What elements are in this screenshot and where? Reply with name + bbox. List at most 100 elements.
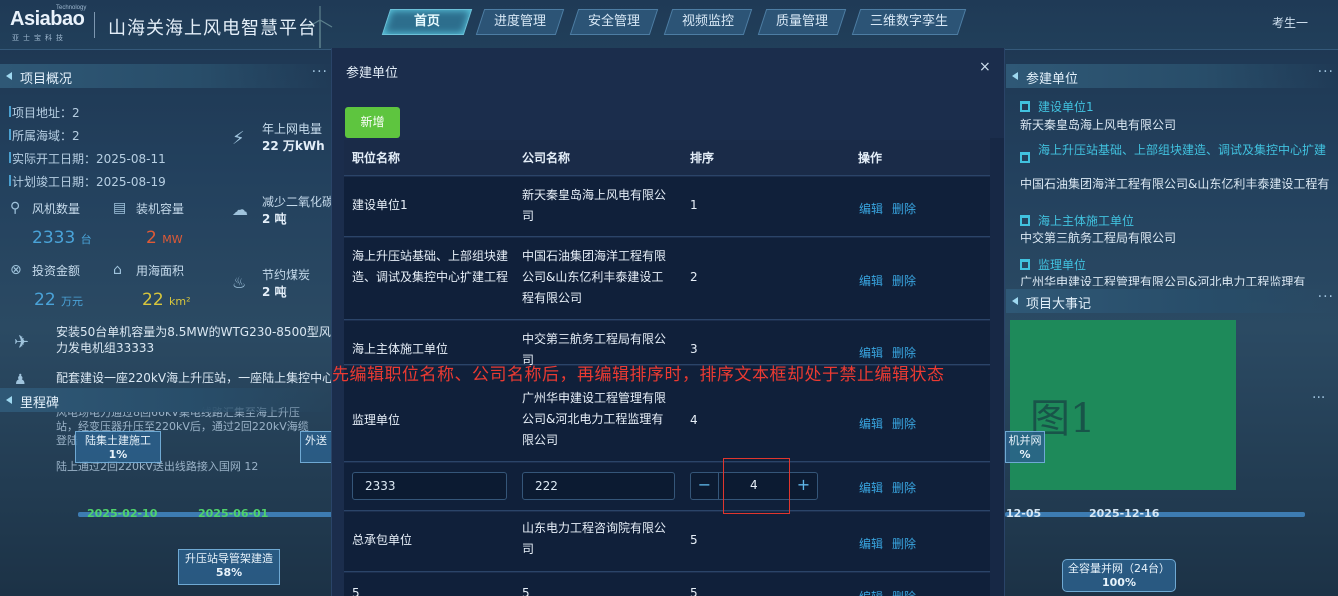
building-icon	[1020, 152, 1030, 163]
milestone-2[interactable]: 外送	[300, 431, 332, 463]
delete-link[interactable]: 删除	[892, 344, 916, 361]
building-icon	[1020, 259, 1030, 270]
nav-video[interactable]: 视频监控	[663, 9, 753, 35]
milestone-2-name: 外送	[305, 434, 327, 447]
lightning-icon: ⚡	[232, 128, 245, 149]
increment-button[interactable]: +	[789, 472, 817, 500]
add-button[interactable]: 新增	[345, 107, 400, 138]
nav-progress[interactable]: 进度管理	[475, 9, 565, 35]
nav-safety[interactable]: 安全管理	[569, 9, 659, 35]
nav-progress-label: 进度管理	[493, 14, 546, 29]
company-input[interactable]: 222	[522, 472, 675, 500]
metric-label-capacity: 装机容量	[136, 202, 185, 216]
table-row: 海上主体施工单位 中交第三航务工程局有限公司 3 编辑 删除	[344, 321, 990, 367]
decrement-button[interactable]: −	[691, 472, 719, 500]
edit-link[interactable]: 编辑	[859, 415, 883, 432]
edit-link[interactable]: 编辑	[859, 588, 883, 596]
milestone-right-2[interactable]: 全容量并网（24台） 100%	[1062, 559, 1176, 592]
stat-value-power: 22 万kWh	[262, 139, 325, 153]
nav-digital-twin[interactable]: 三维数字孪生	[851, 9, 967, 35]
row-order: 5	[690, 533, 698, 547]
milestone-3-pct: 58%	[215, 566, 243, 579]
milestone-right-2-pct: 100%	[1102, 576, 1136, 589]
more-icon[interactable]: ···	[1318, 64, 1334, 80]
table-row: 5 5 5 编辑 删除	[344, 573, 990, 596]
overview-header: 项目概况 ···	[0, 64, 332, 88]
milestone-title: 里程碑	[20, 396, 60, 411]
platform-title: 山海关海上风电智慧平台	[108, 18, 317, 39]
unit-company-4: 广州华申建设工程管理有限公司&河北电力工程监理有	[1020, 275, 1306, 286]
close-icon[interactable]: ×	[979, 59, 991, 75]
dialog-scrollbar[interactable]	[990, 138, 1004, 596]
milestone-3[interactable]: 升压站导管架建造 58%	[178, 549, 280, 585]
milestone-right-1[interactable]: 机并网%	[1005, 431, 1045, 463]
metric-value-sea-area: 22 km²	[142, 290, 191, 310]
highlight-box	[723, 458, 790, 514]
row-order: 2	[690, 270, 698, 284]
edit-link[interactable]: 编辑	[859, 344, 883, 361]
milestone-right-2-name: 全容量并网（24台）	[1068, 562, 1170, 575]
overview-title: 项目概况	[20, 72, 73, 87]
unit-name-4: 监理单位	[1038, 258, 1087, 272]
edit-link[interactable]: 编辑	[859, 200, 883, 217]
table-row: 建设单位1 新天秦皇岛海上风电有限公司 1 编辑 删除	[344, 177, 990, 237]
investment-icon: ⊗	[10, 262, 22, 278]
edit-link[interactable]: 编辑	[859, 479, 883, 496]
row-position: 5	[352, 586, 360, 596]
edit-link[interactable]: 编辑	[859, 535, 883, 552]
nav-home[interactable]: 首页	[381, 9, 473, 35]
metric-turbines-number: 2333	[32, 228, 76, 248]
nav-home-label: 首页	[413, 14, 440, 29]
column-company: 公司名称	[522, 151, 571, 165]
logo-brand: Asiabao	[10, 8, 85, 30]
news-item-1: 安装50台单机容量为8.5MW的WTG230-8500型风力发电机组33333	[56, 325, 331, 355]
logo-tech: Technology	[56, 5, 87, 11]
row-company: 新天秦皇岛海上风电有限公司	[522, 188, 667, 223]
milestone-right-1-name: 机并网	[1008, 434, 1042, 447]
unit-company-1: 新天秦皇岛海上风电有限公司	[1020, 118, 1177, 132]
company-logo: Asiabao Technology 亚士宝科技	[10, 5, 88, 44]
more-icon[interactable]: ···	[312, 64, 328, 80]
unit-item-4: 监理单位 广州华申建设工程管理有限公司&河北电力工程监理有	[1012, 256, 1338, 286]
table-row-editing: 2333 222 − 4 + 编辑 删除	[344, 463, 990, 511]
table-row: 总承包单位 山东电力工程咨询院有限公司 5 编辑 删除	[344, 512, 990, 572]
bug-annotation: 先编辑职位名称、公司名称后，再编辑排序时，排序文本框却处于禁止编辑状态	[332, 365, 945, 385]
delete-link[interactable]: 删除	[892, 588, 916, 596]
metric-sea-area-number: 22	[142, 290, 164, 310]
more-icon[interactable]: ···	[1312, 390, 1325, 406]
stat-label-coal: 节约煤炭	[262, 268, 311, 282]
news-item-4: 陆上通过2回220kV送出线路接入国网 12	[56, 460, 259, 473]
metric-label-turbines: 风机数量	[32, 202, 81, 216]
row-order: 4	[690, 413, 698, 427]
wind-turbine-icon	[307, 6, 333, 48]
units-title: 参建单位	[1026, 72, 1079, 87]
more-icon[interactable]: ···	[1318, 289, 1334, 305]
stat-value-coal: 2 吨	[262, 285, 287, 299]
column-actions: 操作	[858, 151, 883, 165]
milestone-1[interactable]: 陆集土建施工 1%	[75, 431, 161, 463]
delete-link[interactable]: 删除	[892, 272, 916, 289]
edit-link[interactable]: 编辑	[859, 272, 883, 289]
position-input[interactable]: 2333	[352, 472, 507, 500]
delete-link[interactable]: 删除	[892, 200, 916, 217]
nav-video-label: 视频监控	[681, 14, 734, 29]
delete-link[interactable]: 删除	[892, 535, 916, 552]
nav-quality-label: 质量管理	[775, 14, 828, 29]
row-position: 建设单位1	[352, 198, 408, 212]
metric-value-capacity: 2 MW	[146, 228, 183, 248]
milestone-right-1-pct: %	[1019, 448, 1031, 461]
news-item-2: 配套建设一座220kV海上升压站，一座陆上集控中心	[56, 371, 332, 385]
stat-value-co2: 2 吨	[262, 212, 287, 226]
metric-investment-number: 22	[34, 290, 56, 310]
nav-safety-label: 安全管理	[587, 14, 640, 29]
table-row: 海上升压站基础、上部组块建造、调试及集控中心扩建工程 中国石油集团海洋工程有限公…	[344, 238, 990, 320]
delete-link[interactable]: 删除	[892, 415, 916, 432]
row-position: 海上主体施工单位	[352, 342, 449, 356]
building-icon	[1020, 101, 1030, 112]
overview-start-date: 实际开工日期：2025-08-11	[9, 152, 166, 166]
delete-link[interactable]: 删除	[892, 479, 916, 496]
user-name[interactable]: 考生一	[1272, 14, 1308, 31]
nav-quality[interactable]: 质量管理	[757, 9, 847, 35]
unit-name-1: 建设单位1	[1038, 100, 1094, 114]
table-header	[344, 140, 990, 176]
